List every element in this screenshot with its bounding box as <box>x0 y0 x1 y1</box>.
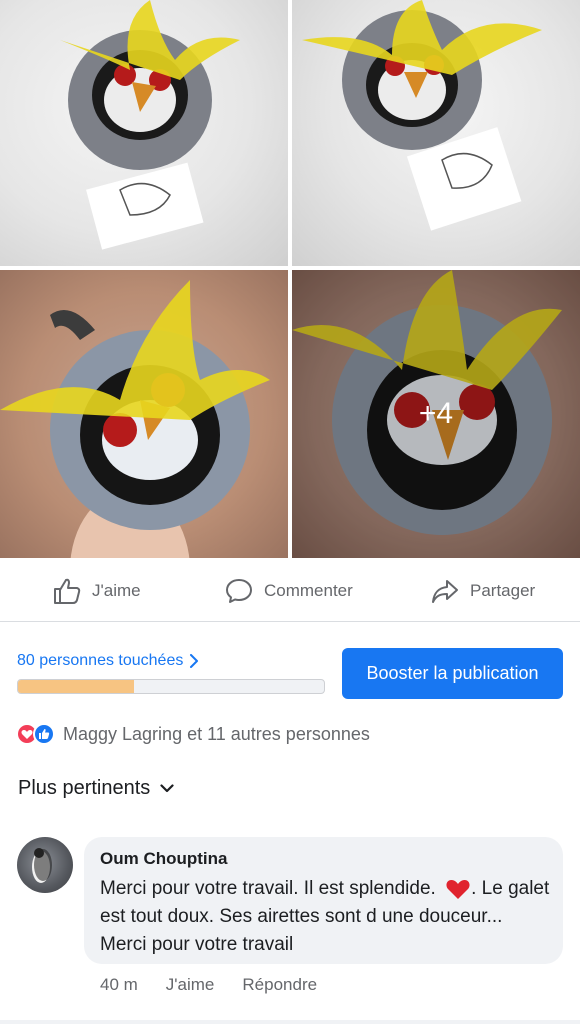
comment-meta: 40 m J'aime Répondre <box>100 975 317 995</box>
share-button-label: Partager <box>470 581 536 600</box>
chevron-right-icon <box>190 654 199 668</box>
owl-plush-image <box>60 0 240 250</box>
comment-reply-button[interactable]: Répondre <box>242 975 317 995</box>
boost-post-button[interactable]: Booster la publication <box>342 648 563 699</box>
post-photo-4[interactable]: +4 <box>292 270 580 558</box>
reactions-text: Maggy Lagring et 11 autres personnes <box>63 723 370 744</box>
share-button[interactable]: Partager <box>430 577 535 605</box>
reach-progress-fill <box>18 680 135 693</box>
divider <box>0 1020 580 1024</box>
comment-like-button[interactable]: J'aime <box>166 975 215 995</box>
like-button[interactable]: J'aime <box>52 577 141 605</box>
comment-author[interactable]: Oum Chouptina <box>100 849 547 869</box>
share-arrow-icon <box>432 580 458 603</box>
more-photos-count: +4 <box>418 397 454 430</box>
reach-link[interactable]: 80 personnes touchées <box>17 652 199 670</box>
reactions-summary[interactable]: Maggy Lagring et 11 autres personnes <box>16 723 370 745</box>
comment-text: Merci pour votre travail. Il est splendi… <box>100 875 550 959</box>
reaction-icons <box>16 723 55 745</box>
reach-label: 80 personnes touchées <box>17 652 184 669</box>
owl-plush-image <box>302 0 542 231</box>
comment-button[interactable]: Commenter <box>224 577 353 605</box>
post-photo-1[interactable] <box>0 0 288 266</box>
sort-label: Plus pertinents <box>18 777 151 799</box>
more-photos-overlay[interactable]: +4 <box>292 270 580 558</box>
comment-bubble: Oum Chouptina Merci pour votre travail. … <box>84 837 563 964</box>
post-photo-3[interactable] <box>0 270 288 558</box>
photo-grid: +4 <box>0 0 580 558</box>
comment-time: 40 m <box>100 975 138 994</box>
post-photo-2[interactable] <box>292 0 580 266</box>
thumbs-up-icon <box>54 578 81 604</box>
owl-plush-image <box>0 280 270 558</box>
comment-button-label: Commenter <box>264 581 353 600</box>
reach-progress-bar <box>17 679 325 694</box>
comment-text-part1: Merci pour votre travail. Il est splendi… <box>100 878 442 899</box>
commenter-avatar[interactable] <box>17 837 73 893</box>
like-button-label: J'aime <box>92 581 141 600</box>
like-icon <box>33 723 55 745</box>
post-action-bar: J'aime Commenter Partager <box>0 560 580 622</box>
chevron-down-icon <box>160 784 174 793</box>
heart-emoji-icon <box>446 879 470 899</box>
comment-sort-dropdown[interactable]: Plus pertinents <box>18 777 174 800</box>
speech-bubble-icon <box>226 579 252 603</box>
